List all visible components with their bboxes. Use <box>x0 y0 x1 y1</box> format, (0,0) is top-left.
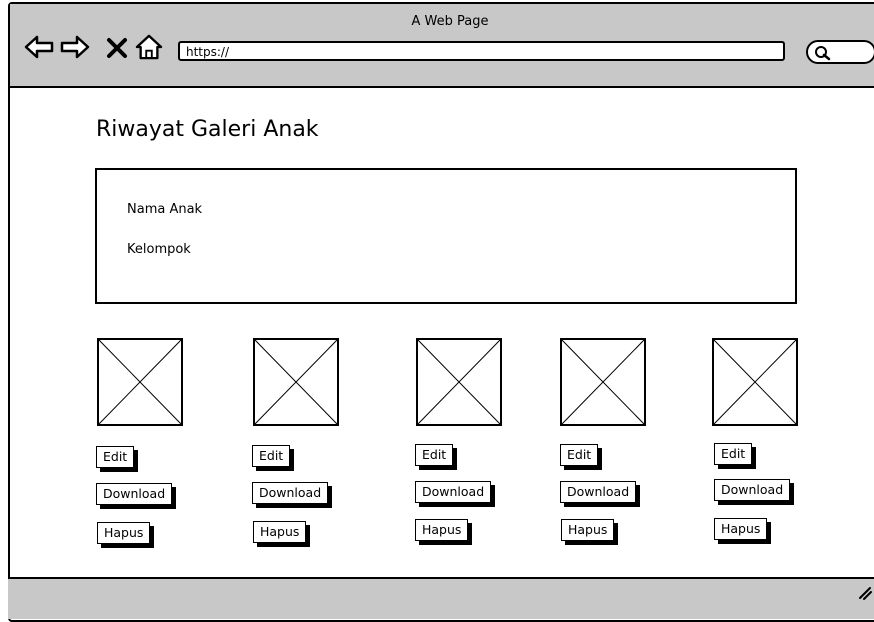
delete-button[interactable]: Hapus <box>253 521 307 543</box>
browser-toolbar: A Web Page https:// <box>10 4 874 88</box>
delete-button[interactable]: Hapus <box>415 519 469 541</box>
child-info-panel: Nama Anak Kelompok <box>95 168 797 304</box>
status-bar <box>8 577 874 619</box>
back-arrow-icon[interactable] <box>24 34 54 60</box>
search-icon <box>815 46 831 61</box>
download-button[interactable]: Download <box>560 481 637 503</box>
delete-button[interactable]: Hapus <box>97 522 151 544</box>
edit-button[interactable]: Edit <box>252 445 291 467</box>
gallery-image-placeholder[interactable] <box>97 338 183 426</box>
download-button[interactable]: Download <box>96 483 173 505</box>
home-icon[interactable] <box>134 34 164 60</box>
download-button[interactable]: Download <box>415 481 492 503</box>
group-label: Kelompok <box>127 242 191 257</box>
delete-button[interactable]: Hapus <box>714 518 768 540</box>
gallery-image-placeholder[interactable] <box>416 338 502 426</box>
address-bar[interactable]: https:// <box>178 41 785 61</box>
gallery-image-placeholder[interactable] <box>712 338 798 426</box>
forward-arrow-icon[interactable] <box>60 34 90 60</box>
gallery-image-placeholder[interactable] <box>560 338 646 426</box>
page-title: Riwayat Galeri Anak <box>96 117 319 142</box>
edit-button[interactable]: Edit <box>415 444 454 466</box>
close-icon[interactable] <box>106 37 128 59</box>
edit-button[interactable]: Edit <box>96 446 135 468</box>
window-title: A Web Page <box>411 14 489 29</box>
child-name-label: Nama Anak <box>127 202 203 217</box>
edit-button[interactable]: Edit <box>560 444 599 466</box>
delete-button[interactable]: Hapus <box>561 519 615 541</box>
resize-handle-icon[interactable] <box>858 586 872 600</box>
search-field[interactable] <box>806 40 874 64</box>
edit-button[interactable]: Edit <box>714 443 753 465</box>
gallery-image-placeholder[interactable] <box>253 338 339 426</box>
download-button[interactable]: Download <box>252 482 329 504</box>
download-button[interactable]: Download <box>714 479 791 501</box>
